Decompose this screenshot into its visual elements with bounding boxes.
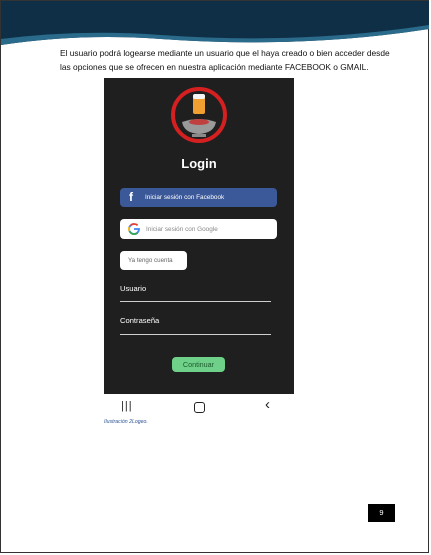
header-band xyxy=(1,1,429,45)
logo-icon xyxy=(171,87,227,143)
password-input[interactable] xyxy=(120,334,271,335)
phone-screenshot: Login f Iniciar sesión con Facebook Inic… xyxy=(104,78,294,394)
facebook-login-label: Iniciar sesión con Facebook xyxy=(145,194,225,201)
have-account-label: Ya tengo cuenta xyxy=(128,257,173,264)
password-label: Contraseña xyxy=(120,316,160,325)
google-login-label: Iniciar sesión con Google xyxy=(146,226,218,233)
android-nav-bar: ||| ‹ xyxy=(104,394,294,418)
recents-icon[interactable]: ||| xyxy=(121,400,133,412)
have-account-button[interactable]: Ya tengo cuenta xyxy=(120,251,187,270)
facebook-login-button[interactable]: f Iniciar sesión con Facebook xyxy=(120,188,277,207)
home-icon[interactable] xyxy=(194,402,205,413)
continue-button[interactable]: Continuar xyxy=(172,357,225,372)
back-icon[interactable]: ‹ xyxy=(265,396,270,413)
figure-caption: Ilustración 2Logeo. xyxy=(104,419,148,425)
facebook-icon: f xyxy=(129,190,133,204)
page-number: 9 xyxy=(368,504,395,522)
document-paragraph: El usuario podrá logearse mediante un us… xyxy=(60,48,390,72)
username-label: Usuario xyxy=(120,284,147,293)
google-login-button[interactable]: Iniciar sesión con Google xyxy=(120,219,277,239)
google-icon xyxy=(128,223,140,235)
username-input[interactable] xyxy=(120,301,271,302)
login-title: Login xyxy=(181,156,217,171)
